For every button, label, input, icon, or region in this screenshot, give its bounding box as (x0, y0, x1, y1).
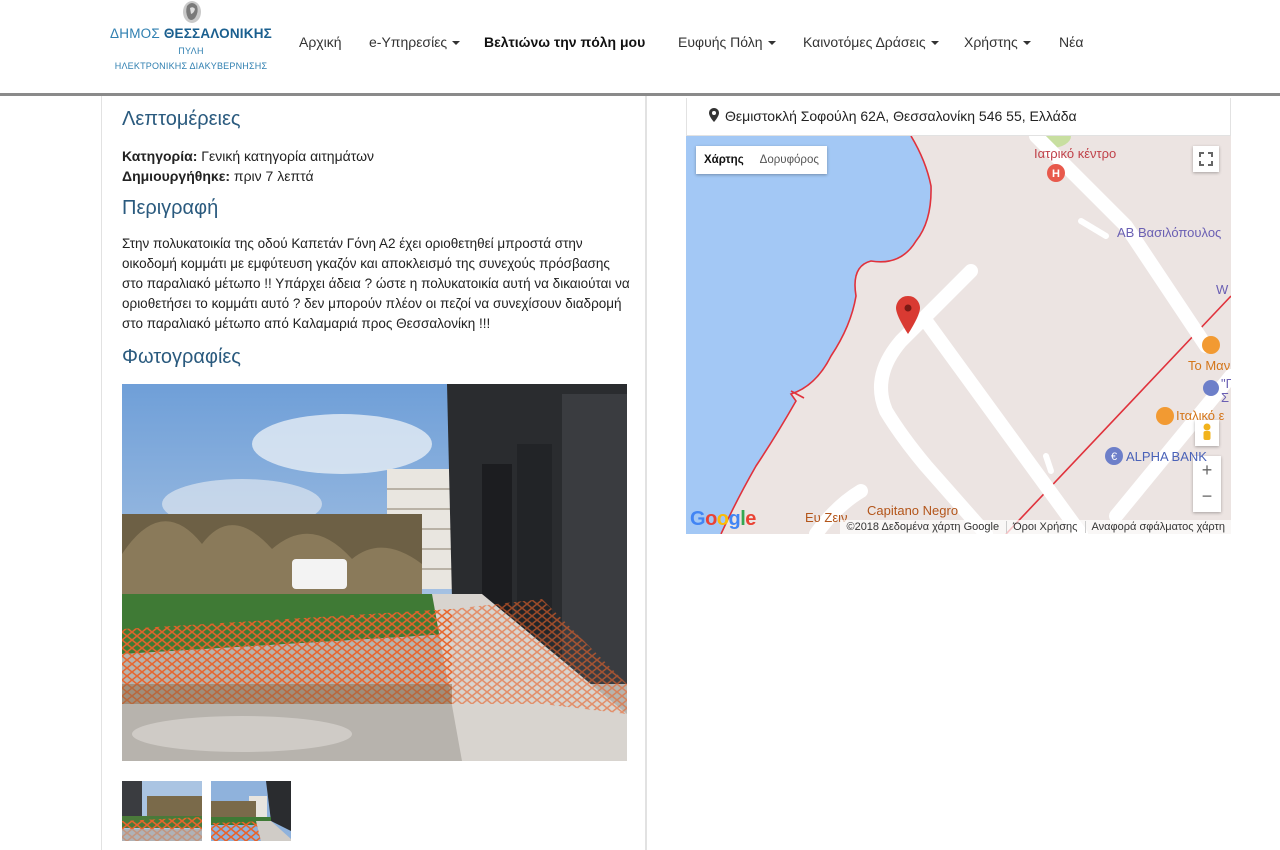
poi-capitano-negro[interactable]: Capitano Negro (867, 503, 958, 518)
description-text: Στην πολυκατοικία της οδού Καπετάν Γόνη … (122, 236, 630, 331)
nav-user[interactable]: Χρήστης (964, 34, 1031, 50)
logo-subtitle: ΠΥΛΗ (178, 46, 204, 56)
category-line: Κατηγορία: Γενική κατηγορία αιτημάτων (122, 148, 374, 164)
map-copyright: ©2018 Δεδομένα χάρτη Google (846, 521, 1000, 533)
thumbnail-image (211, 781, 291, 841)
chevron-down-icon (452, 41, 461, 46)
fullscreen-icon (1199, 152, 1213, 166)
site-logo[interactable]: ΔΗΜΟΣ ΘΕΣΣΑΛΟΝΙΚΗΣ ΠΥΛΗ ΗΛΕΚΤΡΟΝΙΚΗΣ ΔΙΑ… (108, 0, 274, 80)
map-terms-link[interactable]: Όροι Χρήσης (1006, 521, 1078, 533)
address-bar: Θεμιστοκλή Σοφούλη 62Α, Θεσσαλονίκη 546 … (686, 98, 1231, 136)
map-type-satellite[interactable]: Δορυφόρος (752, 146, 827, 174)
category-value: Γενική κατηγορία αιτημάτων (201, 148, 375, 164)
map-type-map[interactable]: Χάρτης (696, 146, 752, 174)
svg-text:H: H (1052, 168, 1060, 180)
fullscreen-button[interactable] (1193, 146, 1219, 172)
nav-e-services[interactable]: e-Υπηρεσίες (369, 34, 461, 50)
logo-title: ΔΗΜΟΣ ΘΕΣΣΑΛΟΝΙΚΗΣ (110, 26, 272, 41)
poi-supermarket[interactable]: ΑΒ Βασιλόπουλος (1117, 225, 1221, 240)
poi-to-mav[interactable]: Το Μαν (1188, 358, 1230, 373)
category-label: Κατηγορία: (122, 148, 198, 164)
poi-edge-quote: "Γ (1221, 376, 1231, 391)
pegman-icon (1203, 423, 1211, 440)
created-value: πριν 7 λεπτά (233, 168, 314, 184)
map-footer: ©2018 Δεδομένα χάρτη Google Όροι Χρήσης … (840, 520, 1231, 534)
map-view[interactable]: H € Χάρτης Δορυφόρος + − Ιατρικό κέντρο … (686, 136, 1231, 534)
google-logo[interactable]: Google (690, 508, 756, 531)
thumbnail-image (122, 781, 202, 841)
site-header: ΔΗΜΟΣ ΘΕΣΣΑΛΟΝΙΚΗΣ ΠΥΛΗ ΗΛΕΚΤΡΟΝΙΚΗΣ ΔΙΑ… (0, 0, 1280, 96)
svg-text:€: € (1111, 451, 1117, 463)
chevron-down-icon (1022, 41, 1031, 46)
poi-italiko[interactable]: Ιταλικό ε (1176, 408, 1224, 423)
nav-improve-city[interactable]: Βελτιώνω την πόλη μου (484, 34, 645, 50)
zoom-controls: + − (1193, 456, 1221, 512)
street-view-pegman[interactable] (1195, 420, 1219, 446)
nav-smart-city[interactable]: Ευφυής Πόλη (678, 34, 776, 50)
main-photo[interactable] (122, 384, 627, 761)
map-type-switch: Χάρτης Δορυφόρος (696, 146, 827, 174)
nav-home[interactable]: Αρχική (299, 34, 342, 50)
photo-image (122, 384, 627, 761)
nav-innovative-actions[interactable]: Καινοτόμες Δράσεις (803, 34, 939, 50)
address-text: Θεμιστοκλή Σοφούλη 62Α, Θεσσαλονίκη 546 … (725, 108, 1077, 124)
chevron-down-icon (767, 41, 776, 46)
details-title: Λεπτομέρειες (122, 108, 241, 130)
request-details-panel: Λεπτομέρειες Κατηγορία: Γενική κατηγορία… (101, 96, 647, 850)
map-pin-icon (709, 108, 719, 122)
map-canvas: H € (686, 136, 1231, 534)
zoom-out-button[interactable]: − (1193, 484, 1221, 512)
logo-subtitle-2: ΗΛΕΚΤΡΟΝΙΚΗΣ ΔΙΑΚΥΒΕΡΝΗΣΗΣ (114, 61, 268, 71)
poi-alpha-bank[interactable]: ALPHA BANK (1126, 449, 1207, 464)
nav-news[interactable]: Νέα (1059, 34, 1083, 50)
photo-thumbnail-2[interactable] (211, 781, 291, 841)
created-line: Δημιουργήθηκε: πριν 7 λεπτά (122, 168, 314, 184)
emblem-icon (183, 1, 201, 23)
poi-medical-center[interactable]: Ιατρικό κέντρο (1034, 146, 1116, 161)
poi-edge-label: W (1216, 282, 1229, 297)
created-label: Δημιουργήθηκε: (122, 168, 231, 184)
chevron-down-icon (930, 41, 939, 46)
map-report-link[interactable]: Αναφορά σφάλματος χάρτη (1084, 521, 1225, 533)
photo-thumbnail-1[interactable] (122, 781, 202, 841)
photos-title: Φωτογραφίες (122, 346, 241, 368)
description-title: Περιγραφή (122, 197, 219, 219)
poi-edge-sigma: Σ (1221, 390, 1230, 405)
